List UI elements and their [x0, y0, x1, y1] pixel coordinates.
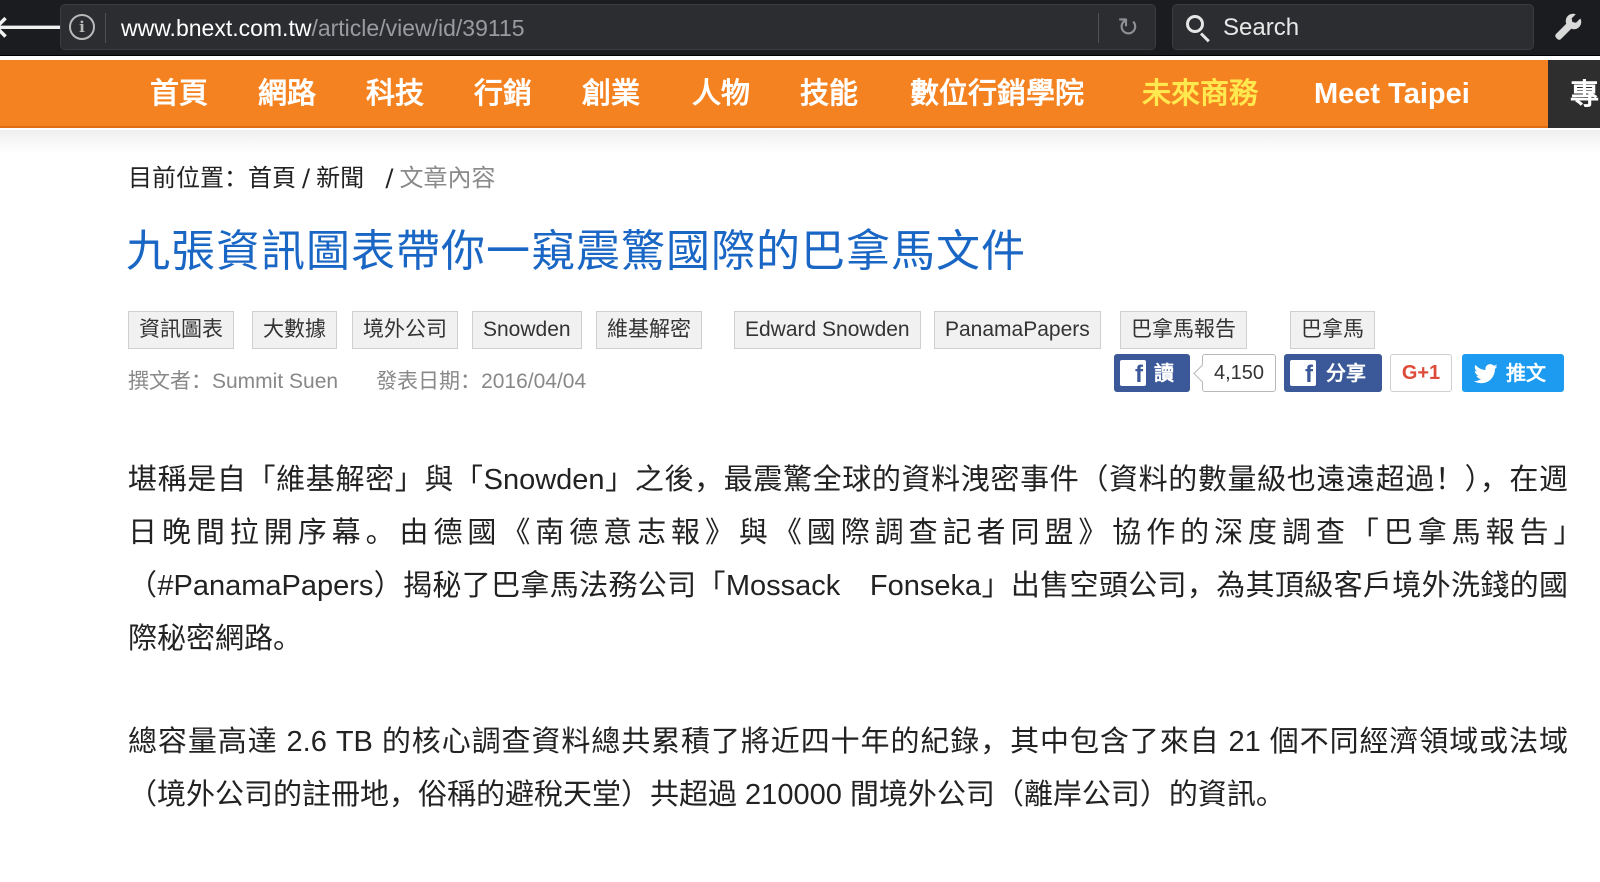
nav-item-overflow[interactable]: 專: [1548, 60, 1600, 128]
tag-item[interactable]: 資訊圖表: [128, 311, 234, 349]
nav-shadow: [0, 130, 1600, 154]
google-plus-button[interactable]: G+1: [1390, 354, 1452, 392]
article-byline: 撰文者：Summit Suen 發表日期：2016/04/04: [128, 366, 586, 398]
breadcrumb-separator: /: [385, 164, 394, 192]
url-domain: www.bnext.com.tw: [121, 15, 312, 41]
tag-item[interactable]: 巴拿馬: [1290, 311, 1375, 349]
reload-icon[interactable]: ↻: [1111, 12, 1145, 44]
url-divider-right: [1098, 13, 1099, 43]
facebook-share-button[interactable]: f 分享: [1284, 354, 1382, 392]
breadcrumb-separator: /: [302, 164, 311, 192]
breadcrumb-current: 文章內容: [399, 164, 496, 192]
facebook-icon: f: [1120, 360, 1146, 388]
nav-item-future-commerce[interactable]: 未來商務: [1142, 60, 1258, 128]
nav-item-internet[interactable]: 網路: [258, 60, 316, 128]
tag-item[interactable]: 維基解密: [596, 311, 702, 349]
date-label: 發表日期：: [376, 370, 482, 393]
breadcrumb: 目前位置：首頁 / 新聞 / 文章內容: [128, 160, 495, 196]
browser-toolbar: 🡐 i www.bnext.com.tw/article/view/id/391…: [0, 0, 1600, 56]
tweet-button[interactable]: 推文: [1462, 354, 1564, 392]
tag-item[interactable]: Snowden: [472, 311, 582, 349]
search-bar[interactable]: Search: [1172, 4, 1534, 50]
facebook-icon: f: [1290, 360, 1316, 388]
info-icon[interactable]: i: [69, 14, 95, 40]
tag-item[interactable]: 巴拿馬報告: [1120, 311, 1247, 349]
article-paragraph: 總容量高達 2.6 TB 的核心調查資料總共累積了將近四十年的紀錄，其中包含了來…: [128, 726, 1568, 811]
facebook-like-button[interactable]: f 讀: [1114, 354, 1190, 392]
url-text[interactable]: www.bnext.com.tw/article/view/id/39115: [121, 15, 525, 41]
site-navigation: 首頁 網路 科技 行銷 創業 人物 技能 數位行銷學院 未來商務 Meet Ta…: [0, 60, 1600, 128]
nav-item-marketing[interactable]: 行銷: [474, 60, 532, 128]
twitter-bird-icon: [1474, 364, 1498, 384]
wrench-icon[interactable]: [1548, 8, 1588, 46]
article-paragraph: 堪稱是自「維基解密」與「Snowden」之後，最震驚全球的資料洩密事件（資料的數…: [128, 464, 1598, 655]
author-label: 撰文者：: [128, 370, 212, 393]
nav-item-meet-taipei[interactable]: Meet Taipei: [1314, 60, 1470, 128]
tag-item[interactable]: 境外公司: [352, 311, 458, 349]
nav-item-people[interactable]: 人物: [692, 60, 750, 128]
nav-item-startup[interactable]: 創業: [582, 60, 640, 128]
nav-item-tech[interactable]: 科技: [366, 60, 424, 128]
nav-item-digital-marketing-academy[interactable]: 數位行銷學院: [910, 60, 1084, 128]
url-divider: [105, 13, 106, 43]
breadcrumb-news[interactable]: 新聞: [316, 164, 364, 192]
back-button[interactable]: 🡐: [0, 6, 72, 48]
author-name[interactable]: Summit Suen: [212, 370, 338, 393]
tag-item[interactable]: 大數據: [252, 311, 337, 349]
facebook-like-count: 4,150: [1202, 354, 1276, 392]
tag-item[interactable]: PanamaPapers: [934, 311, 1101, 349]
nav-item-skills[interactable]: 技能: [800, 60, 858, 128]
facebook-like-label: 讀: [1154, 361, 1174, 385]
breadcrumb-prefix: 目前位置：: [128, 164, 248, 192]
tag-item[interactable]: Edward Snowden: [734, 311, 921, 349]
tweet-label: 推文: [1506, 361, 1546, 385]
publish-date: 2016/04/04: [481, 370, 587, 393]
facebook-share-label: 分享: [1326, 361, 1366, 385]
url-bar[interactable]: i www.bnext.com.tw/article/view/id/39115…: [60, 4, 1156, 50]
search-input[interactable]: Search: [1223, 15, 1299, 41]
article-title: 九張資訊圖表帶你一窺震驚國際的巴拿馬文件: [126, 226, 1026, 277]
article-body: 堪稱是自「維基解密」與「Snowden」之後，最震驚全球的資料洩密事件（資料的數…: [128, 454, 1598, 822]
wrench-icon-svg: [1555, 13, 1582, 40]
search-icon: [1185, 14, 1213, 43]
nav-item-home[interactable]: 首頁: [150, 60, 208, 128]
url-path: /article/view/id/39115: [311, 15, 525, 41]
breadcrumb-home[interactable]: 首頁: [248, 164, 296, 192]
